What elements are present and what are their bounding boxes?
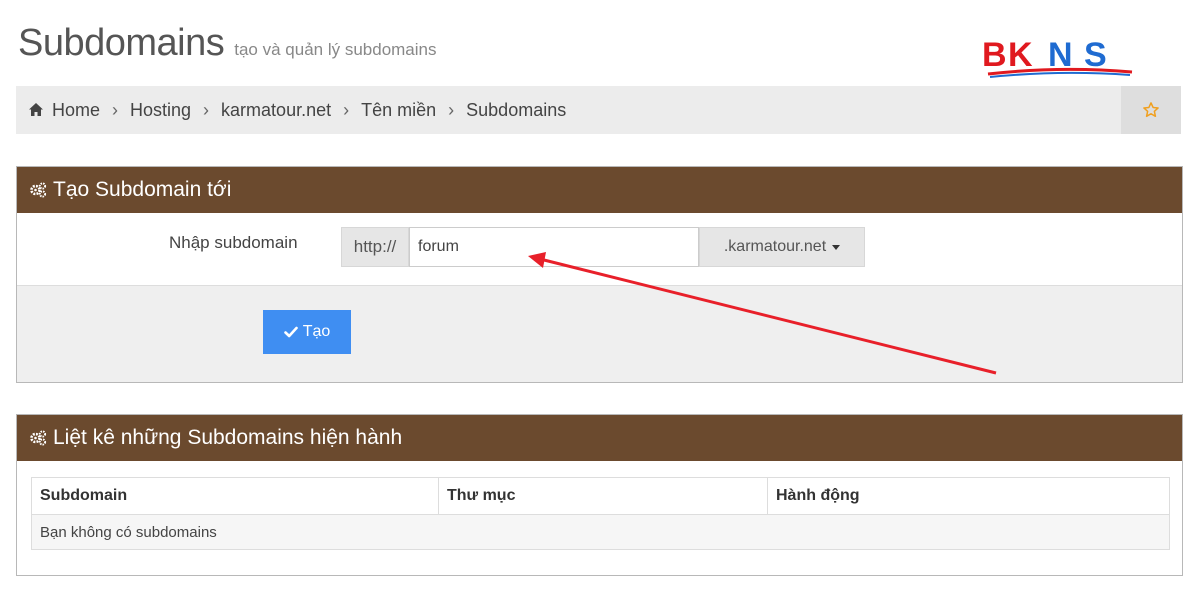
svg-text:B: B bbox=[982, 36, 1007, 74]
column-hanh-dong: Hành động bbox=[767, 478, 1169, 515]
page-title-subtitle: tạo và quản lý subdomains bbox=[234, 40, 437, 59]
subdomain-input[interactable] bbox=[409, 227, 699, 267]
breadcrumb-domain[interactable]: karmatour.net bbox=[221, 100, 331, 121]
create-subdomain-panel: Tạo Subdomain tới Nhập subdomain http://… bbox=[16, 166, 1183, 383]
breadcrumb-separator: › bbox=[343, 99, 350, 120]
breadcrumb-hosting[interactable]: Hosting bbox=[130, 100, 191, 121]
page-title-main: Subdomains bbox=[18, 22, 225, 64]
breadcrumb-home[interactable]: Home bbox=[28, 100, 100, 121]
subdomain-list-panel: Liệt kê những Subdomains hiện hành Subdo… bbox=[16, 414, 1183, 576]
breadcrumb-bar: Home › Hosting › karmatour.net › Tên miề… bbox=[16, 86, 1181, 134]
column-subdomain: Subdomain bbox=[32, 478, 439, 515]
breadcrumb-separator: › bbox=[203, 99, 210, 120]
breadcrumb: Home › Hosting › karmatour.net › Tên miề… bbox=[28, 100, 566, 121]
create-button-label: Tạo bbox=[302, 323, 331, 340]
create-button[interactable]: Tạo bbox=[263, 310, 351, 354]
svg-text:K: K bbox=[1008, 36, 1033, 74]
list-panel-header: Liệt kê những Subdomains hiện hành bbox=[17, 415, 1182, 461]
table-row: Bạn không có subdomains bbox=[32, 514, 1169, 549]
favorite-button[interactable] bbox=[1121, 86, 1181, 134]
svg-text:N: N bbox=[1048, 36, 1073, 74]
create-panel-title: Tạo Subdomain tới bbox=[53, 178, 232, 201]
create-panel-header: Tạo Subdomain tới bbox=[17, 167, 1182, 213]
breadcrumb-home-label: Home bbox=[52, 99, 101, 120]
http-prefix: http:// bbox=[341, 227, 409, 267]
subdomain-table: Subdomain Thư mục Hành động Bạn không có… bbox=[31, 477, 1170, 550]
svg-text:S: S bbox=[1084, 36, 1107, 74]
check-icon bbox=[283, 326, 298, 338]
subdomain-input-group: http:// .karmatour.net bbox=[341, 227, 865, 267]
list-panel-title: Liệt kê những Subdomains hiện hành bbox=[53, 426, 403, 449]
breadcrumb-ten-mien[interactable]: Tên miền bbox=[361, 100, 436, 121]
breadcrumb-separator: › bbox=[112, 99, 119, 120]
bkns-logo: B K N S bbox=[982, 36, 1133, 78]
form-actions: Tạo bbox=[17, 286, 1182, 382]
subdomain-form-row: Nhập subdomain http:// .karmatour.net bbox=[17, 213, 1182, 286]
gears-icon bbox=[30, 430, 47, 446]
table-header-row: Subdomain Thư mục Hành động bbox=[32, 478, 1169, 515]
domain-select[interactable]: .karmatour.net bbox=[699, 227, 865, 267]
empty-message: Bạn không có subdomains bbox=[32, 514, 1169, 549]
breadcrumb-separator: › bbox=[448, 99, 455, 120]
home-icon bbox=[29, 103, 43, 116]
page-title: Subdomains tạo và quản lý subdomains bbox=[18, 22, 437, 65]
star-icon bbox=[1143, 102, 1159, 118]
breadcrumb-subdomains: Subdomains bbox=[466, 99, 567, 120]
caret-down-icon bbox=[832, 244, 841, 250]
gears-icon bbox=[30, 182, 47, 198]
domain-select-label: .karmatour.net bbox=[723, 238, 827, 255]
column-thu-muc: Thư mục bbox=[438, 478, 768, 515]
subdomain-field-label: Nhập subdomain bbox=[169, 233, 298, 252]
